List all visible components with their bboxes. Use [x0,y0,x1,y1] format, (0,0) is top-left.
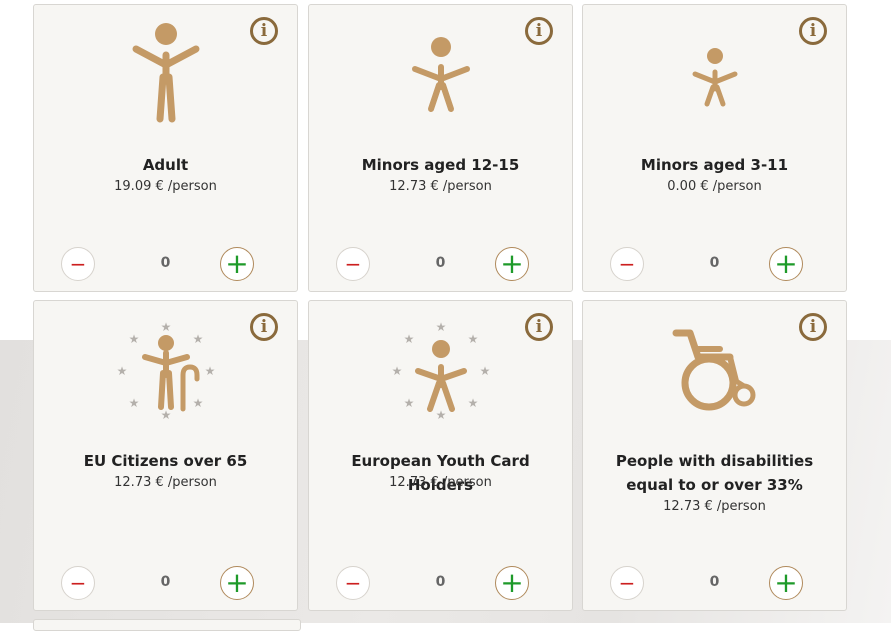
next-card-partial [33,619,301,631]
svg-text:★: ★ [160,320,171,334]
svg-text:★: ★ [160,408,171,422]
card-title: EU Citizens over 65 [83,452,248,470]
card-title: Adult [142,156,189,174]
ticket-card-disabilities: i People with disabilities equal to or o… [582,300,847,611]
ticket-card-european-youth-card: i ★ ★ ★ ★ ★ ★ ★ ★ European Youth Card Ho… [308,300,573,611]
svg-text:★: ★ [435,320,446,334]
svg-text:★: ★ [435,408,446,422]
ticket-card-eu-citizens-over-65: i ★ ★ ★ ★ ★ ★ ★ ★ EU Citizens over 65 12… [33,300,298,611]
adult-icon [34,17,297,127]
quantity-value: 0 [435,255,446,271]
youth-card-icon: ★ ★ ★ ★ ★ ★ ★ ★ [309,313,572,423]
svg-text:★: ★ [204,364,215,378]
svg-text:★: ★ [192,332,203,346]
increase-button[interactable]: + [769,566,803,600]
card-title: Minors aged 12-15 [361,156,520,174]
svg-text:★: ★ [467,332,478,346]
quantity-value: 0 [709,574,720,590]
card-price: 12.73 € /person [114,475,217,490]
increase-button[interactable]: + [495,247,529,281]
card-price: 12.73 € /person [389,179,492,194]
svg-text:★: ★ [192,396,203,410]
ticket-card-minors-3-11: i Minors aged 3-11 0.00 € /person − 0 + [582,4,847,292]
svg-text:★: ★ [391,364,402,378]
svg-text:★: ★ [128,332,139,346]
quantity-value: 0 [160,255,171,271]
increase-button[interactable]: + [220,247,254,281]
svg-text:★: ★ [128,396,139,410]
minor-12-15-icon [309,17,572,127]
ticket-card-adult: i Adult 19.09 € /person − 0 + [33,4,298,292]
svg-text:★: ★ [467,396,478,410]
svg-text:★: ★ [403,396,414,410]
increase-button[interactable]: + [769,247,803,281]
svg-text:★: ★ [116,364,127,378]
ticket-card-minors-12-15: i Minors aged 12-15 12.73 € /person − 0 … [308,4,573,292]
quantity-value: 0 [709,255,720,271]
eu-senior-icon: ★ ★ ★ ★ ★ ★ ★ ★ [34,313,297,423]
card-price: 12.73 € /person [663,499,766,514]
card-price: 19.09 € /person [114,179,217,194]
svg-text:★: ★ [479,364,490,378]
increase-button[interactable]: + [220,566,254,600]
increase-button[interactable]: + [495,566,529,600]
minor-3-11-icon [583,17,846,127]
card-title: People with disabilities equal to or ove… [615,452,814,494]
wheelchair-icon [583,313,846,423]
card-price: 12.73 € /person [389,475,492,490]
quantity-value: 0 [160,574,171,590]
svg-text:★: ★ [403,332,414,346]
card-price: 0.00 € /person [667,179,762,194]
quantity-value: 0 [435,574,446,590]
card-title: Minors aged 3-11 [640,156,789,174]
